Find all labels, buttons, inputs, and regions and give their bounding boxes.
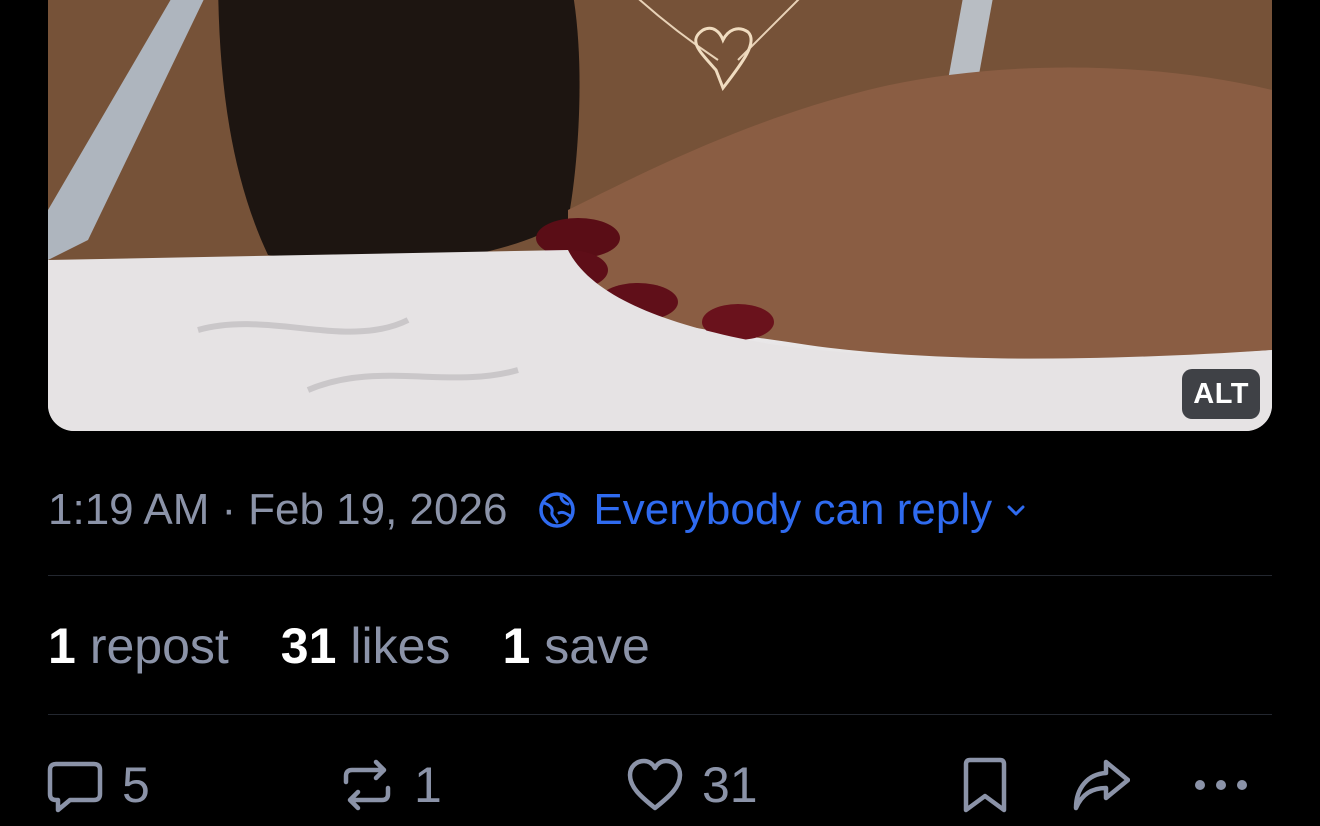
like-button[interactable]: 31 (626, 756, 758, 814)
post-date[interactable]: Feb 19, 2026 (248, 485, 507, 535)
share-button[interactable] (1072, 756, 1130, 814)
bookmark-button[interactable] (956, 756, 1014, 814)
globe-icon (539, 492, 576, 528)
post-actions: 5 1 31 (0, 756, 1320, 826)
more-button[interactable] (1192, 756, 1250, 814)
like-count: 31 (702, 757, 758, 813)
chevron-down-icon (1007, 505, 1025, 516)
post-image[interactable]: ALT (48, 0, 1272, 431)
repost-icon (343, 759, 391, 811)
meta-separator: · (221, 485, 237, 534)
reposts-count: 1 (48, 618, 76, 674)
reply-setting-button[interactable]: Everybody can reply (537, 485, 1028, 535)
alt-badge[interactable]: ALT (1182, 369, 1260, 419)
reposts-label: repost (89, 618, 229, 674)
saves-label: save (544, 618, 650, 674)
repost-count: 1 (414, 757, 442, 813)
likes-stat[interactable]: 31 likes (281, 617, 451, 675)
likes-label: likes (350, 618, 451, 674)
more-icon (1195, 780, 1247, 790)
post-stats: 1 repost 31 likes 1 save (48, 618, 702, 674)
reply-setting-label: Everybody can reply (593, 485, 993, 534)
likes-count: 31 (280, 618, 337, 674)
reply-button[interactable]: 5 (46, 756, 150, 814)
post-time[interactable]: 1:19 AM (48, 485, 209, 535)
heart-icon (627, 758, 683, 811)
repost-button[interactable]: 1 (338, 756, 442, 814)
saves-count: 1 (502, 618, 531, 674)
divider-top (48, 575, 1272, 576)
divider-bottom (48, 714, 1272, 715)
reply-count: 5 (122, 757, 150, 813)
reposts-stat[interactable]: 1 repost (48, 617, 229, 675)
speech-bubble-icon (47, 761, 103, 813)
post-meta: 1:19 AM · Feb 19, 2026 Everybody can rep… (48, 482, 1028, 538)
bookmark-icon (963, 757, 1007, 813)
saves-stat[interactable]: 1 save (502, 617, 649, 675)
photo-content (48, 0, 1272, 431)
share-icon (1073, 759, 1130, 811)
